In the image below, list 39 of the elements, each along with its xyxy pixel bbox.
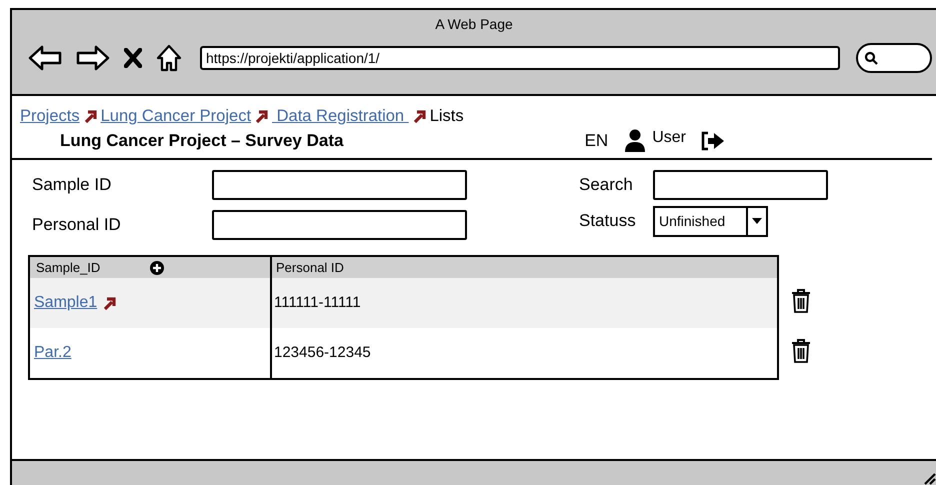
column-header: Sample_ID [36, 258, 100, 277]
breadcrumb-link[interactable]: Lung Cancer Project [100, 104, 252, 128]
field-label: Statuss [579, 210, 637, 232]
trash-icon[interactable] [791, 289, 811, 313]
arrow-icon [103, 296, 116, 310]
breadcrumb-link[interactable]: Data Registration [272, 104, 409, 128]
table-cell-text: 123456-12345 [274, 342, 371, 363]
search-field[interactable] [653, 170, 828, 200]
field-label: Personal ID [32, 214, 122, 236]
status-dropdown[interactable]: Unfinished [653, 206, 768, 236]
sample-link[interactable]: Sample1 [34, 291, 98, 315]
page-title: Lung Cancer Project – Survey Data [60, 130, 344, 152]
search-icon [864, 51, 878, 65]
breadcrumb-link[interactable]: Projects [20, 104, 80, 128]
user-name[interactable]: User [652, 126, 686, 150]
column-header: Personal ID [276, 258, 344, 277]
home-icon[interactable] [156, 44, 182, 72]
arrow-icon [255, 110, 268, 122]
personal-id-field[interactable] [212, 210, 467, 240]
trash-icon[interactable] [791, 339, 811, 363]
logout-icon[interactable] [700, 130, 726, 152]
resize-grip-icon[interactable] [924, 471, 936, 485]
arrow-icon [84, 110, 97, 122]
arrow-icon [412, 110, 426, 122]
sample-id-field[interactable] [212, 170, 467, 200]
window-title: A Web Page [435, 15, 513, 34]
field-label: Sample ID [32, 174, 112, 196]
breadcrumb-current: Lists [430, 106, 464, 127]
forward-icon[interactable] [76, 45, 110, 71]
language-selector[interactable]: EN [584, 128, 608, 154]
caret-icon [752, 218, 762, 224]
add-icon[interactable] [150, 260, 164, 274]
search-field[interactable] [856, 43, 932, 73]
table-cell-text: 111111-11111 [274, 292, 361, 313]
close-icon[interactable] [124, 48, 142, 68]
back-icon[interactable] [28, 45, 62, 71]
user-icon [624, 129, 646, 153]
field-label: Search [579, 174, 634, 196]
sample-link[interactable]: Par.2 [34, 341, 72, 365]
